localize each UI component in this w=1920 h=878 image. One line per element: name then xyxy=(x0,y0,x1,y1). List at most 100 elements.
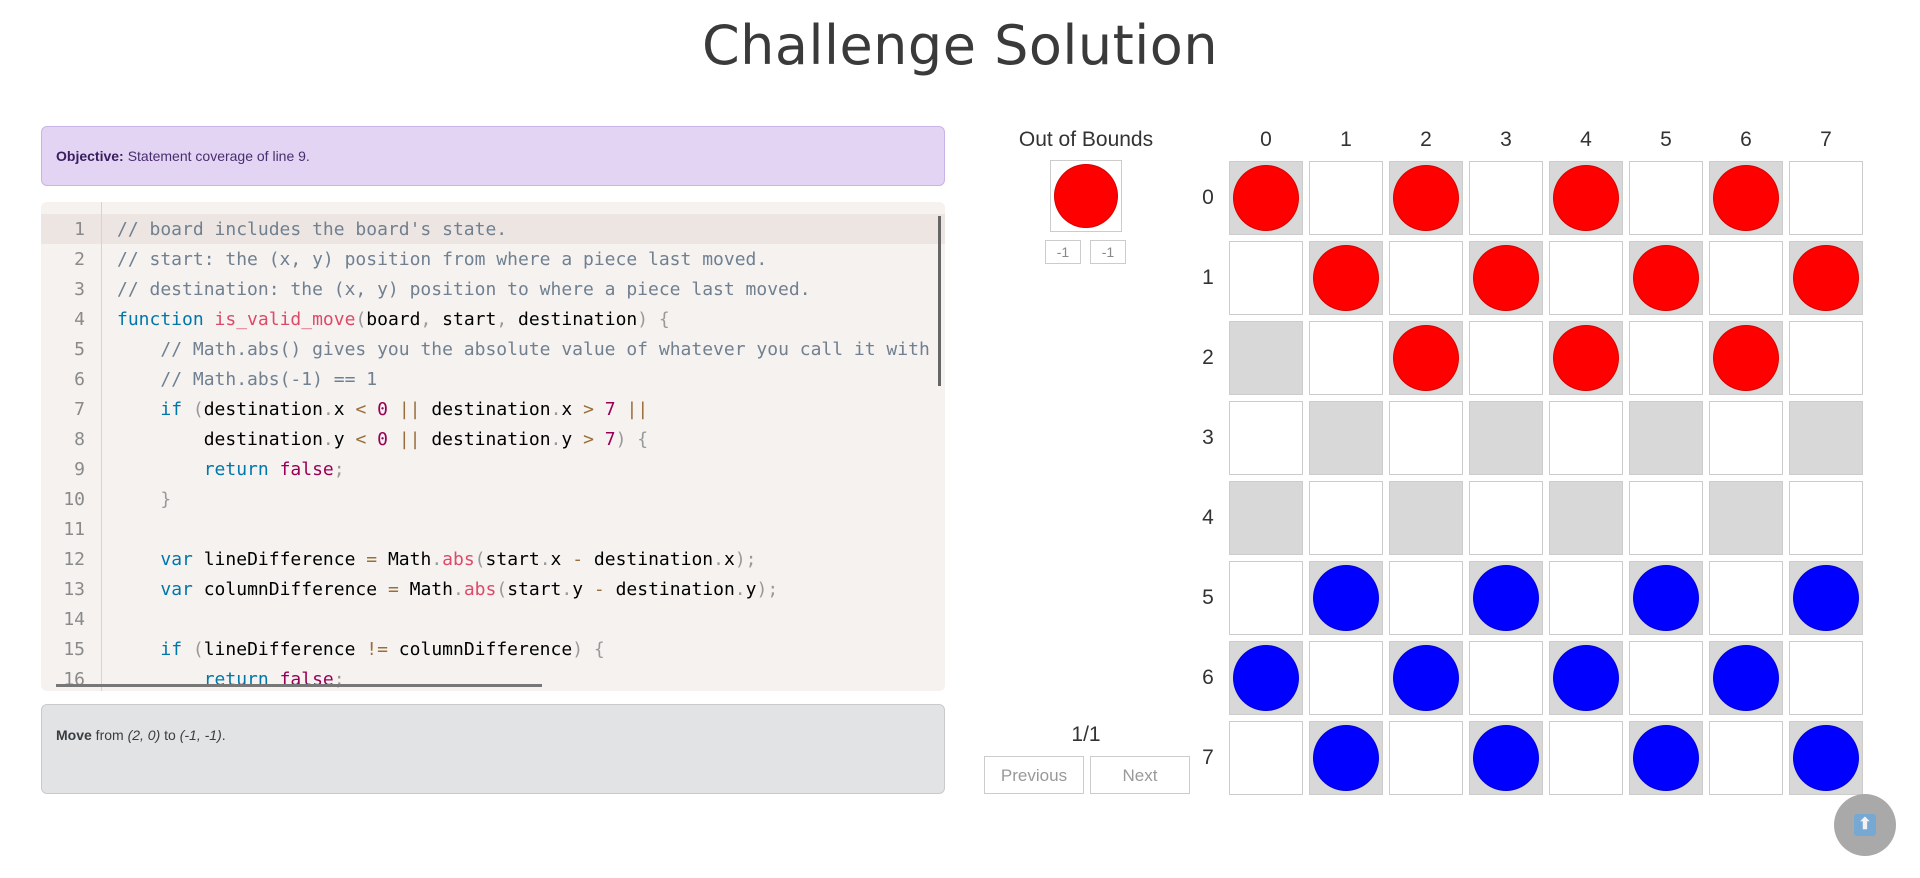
board-cell[interactable] xyxy=(1229,321,1303,395)
board-cell[interactable] xyxy=(1549,641,1623,715)
board-cell[interactable] xyxy=(1309,721,1383,795)
code-text: // destination: the (x, y) position to w… xyxy=(101,279,811,300)
red-piece[interactable] xyxy=(1553,165,1619,231)
board-cell[interactable] xyxy=(1229,721,1303,795)
board-cell[interactable] xyxy=(1709,321,1783,395)
board-cell[interactable] xyxy=(1389,641,1463,715)
board-cell[interactable] xyxy=(1709,161,1783,235)
previous-button[interactable]: Previous xyxy=(984,756,1084,794)
board-cell[interactable] xyxy=(1629,241,1703,315)
board-cell[interactable] xyxy=(1469,481,1543,555)
board-cell[interactable] xyxy=(1309,641,1383,715)
red-piece[interactable] xyxy=(1553,325,1619,391)
board-column-label: 4 xyxy=(1580,128,1592,151)
board-cell[interactable] xyxy=(1309,321,1383,395)
blue-piece[interactable] xyxy=(1393,645,1459,711)
board-cell[interactable] xyxy=(1709,401,1783,475)
board-cell[interactable] xyxy=(1469,241,1543,315)
board-cell[interactable] xyxy=(1309,481,1383,555)
board-cell[interactable] xyxy=(1789,241,1863,315)
blue-piece[interactable] xyxy=(1713,645,1779,711)
blue-piece[interactable] xyxy=(1313,565,1379,631)
next-button[interactable]: Next xyxy=(1090,756,1190,794)
board-cell[interactable] xyxy=(1629,321,1703,395)
red-piece[interactable] xyxy=(1713,325,1779,391)
blue-piece[interactable] xyxy=(1633,725,1699,791)
blue-piece[interactable] xyxy=(1473,565,1539,631)
code-token: - xyxy=(572,548,584,570)
board-cell[interactable] xyxy=(1709,241,1783,315)
board-cell[interactable] xyxy=(1229,481,1303,555)
blue-piece[interactable] xyxy=(1313,725,1379,791)
board-cell[interactable] xyxy=(1229,161,1303,235)
board-cell[interactable] xyxy=(1389,401,1463,475)
blue-piece[interactable] xyxy=(1233,645,1299,711)
horizontal-scrollbar[interactable] xyxy=(56,684,542,687)
board-cell[interactable] xyxy=(1789,641,1863,715)
board-cell[interactable] xyxy=(1229,561,1303,635)
board-cell[interactable] xyxy=(1629,481,1703,555)
board-cell[interactable] xyxy=(1629,561,1703,635)
board-cell[interactable] xyxy=(1549,561,1623,635)
board-cell[interactable] xyxy=(1309,561,1383,635)
red-piece[interactable] xyxy=(1793,245,1859,311)
board-cell[interactable] xyxy=(1229,641,1303,715)
board-cell[interactable] xyxy=(1709,561,1783,635)
board-cell[interactable] xyxy=(1789,321,1863,395)
board-cell[interactable] xyxy=(1469,721,1543,795)
board-cell[interactable] xyxy=(1549,321,1623,395)
board-cell[interactable] xyxy=(1389,561,1463,635)
board-cell[interactable] xyxy=(1789,721,1863,795)
board-cell[interactable] xyxy=(1789,561,1863,635)
red-piece[interactable] xyxy=(1313,245,1379,311)
board-cell[interactable] xyxy=(1549,401,1623,475)
board-cell[interactable] xyxy=(1629,641,1703,715)
board-cell[interactable] xyxy=(1469,641,1543,715)
board-cell[interactable] xyxy=(1549,481,1623,555)
code-editor[interactable]: 16 return false; 15 if (lineDifference !=… xyxy=(41,202,945,691)
blue-piece[interactable] xyxy=(1793,565,1859,631)
red-piece[interactable] xyxy=(1473,245,1539,311)
board-cell[interactable] xyxy=(1709,641,1783,715)
board-cell[interactable] xyxy=(1789,481,1863,555)
red-piece[interactable] xyxy=(1713,165,1779,231)
board-cell[interactable] xyxy=(1469,401,1543,475)
board-cell[interactable] xyxy=(1549,161,1623,235)
vertical-scrollbar[interactable] xyxy=(938,216,941,386)
board-cell[interactable] xyxy=(1309,241,1383,315)
board-cell[interactable] xyxy=(1309,401,1383,475)
board-cell[interactable] xyxy=(1469,321,1543,395)
board-cell[interactable] xyxy=(1389,721,1463,795)
board-cell[interactable] xyxy=(1709,721,1783,795)
board-cell[interactable] xyxy=(1469,561,1543,635)
board-cell[interactable] xyxy=(1709,481,1783,555)
red-piece[interactable] xyxy=(1633,245,1699,311)
board-cell[interactable] xyxy=(1549,241,1623,315)
code-token: // Math.abs(-1) == 1 xyxy=(160,368,378,390)
board-cell[interactable] xyxy=(1389,161,1463,235)
board-cell[interactable] xyxy=(1389,321,1463,395)
board-cell[interactable] xyxy=(1389,241,1463,315)
board-cell[interactable] xyxy=(1229,401,1303,475)
red-piece[interactable] xyxy=(1233,165,1299,231)
blue-piece[interactable] xyxy=(1793,725,1859,791)
board-cell[interactable] xyxy=(1549,721,1623,795)
blue-piece[interactable] xyxy=(1473,725,1539,791)
board-cell[interactable] xyxy=(1789,161,1863,235)
board-cell[interactable] xyxy=(1629,721,1703,795)
red-piece[interactable] xyxy=(1393,165,1459,231)
board-cell[interactable] xyxy=(1309,161,1383,235)
board-cell[interactable] xyxy=(1629,401,1703,475)
blue-piece[interactable] xyxy=(1633,565,1699,631)
board-cell[interactable] xyxy=(1389,481,1463,555)
board-cell[interactable] xyxy=(1229,241,1303,315)
board-cell[interactable] xyxy=(1469,161,1543,235)
blue-piece[interactable] xyxy=(1553,645,1619,711)
scroll-top-button[interactable]: ⬆ xyxy=(1834,794,1896,856)
board-cell[interactable] xyxy=(1789,401,1863,475)
red-piece[interactable] xyxy=(1393,325,1459,391)
board-cell[interactable] xyxy=(1629,161,1703,235)
code-token: destination xyxy=(420,398,551,420)
board-column-label: 2 xyxy=(1420,128,1432,151)
code-token: abs xyxy=(442,548,475,570)
